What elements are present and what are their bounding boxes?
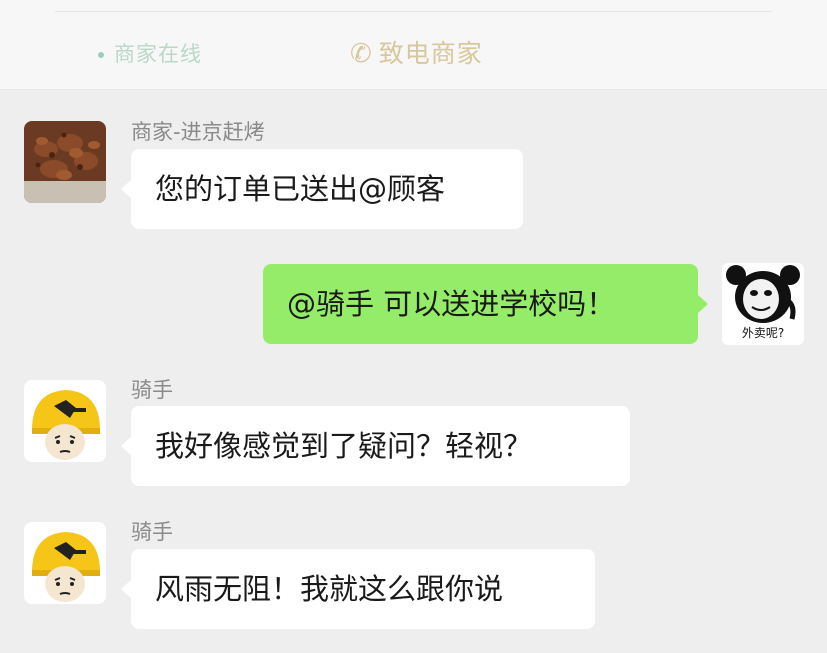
- message-bubble[interactable]: 您的订单已送出@顾客: [121, 149, 523, 229]
- call-merchant-button[interactable]: ✆ 致电商家: [350, 34, 483, 70]
- chat-header: 商家在线 ✆ 致电商家: [0, 0, 827, 90]
- message-bubble[interactable]: 风雨无阻！我就这么跟你说: [121, 549, 595, 629]
- merchant-avatar[interactable]: [24, 121, 106, 203]
- rider-helmet-icon: [24, 522, 106, 604]
- sender-name: 骑手: [131, 520, 173, 544]
- merchant-status: 商家在线: [98, 38, 202, 68]
- self-avatar[interactable]: 外卖呢?: [722, 263, 804, 345]
- bbq-skewers-icon: [24, 121, 106, 203]
- header-divider: [55, 11, 772, 12]
- merchant-status-label: 商家在线: [114, 42, 202, 66]
- phone-icon: ✆: [350, 39, 373, 69]
- rider-avatar[interactable]: [24, 522, 106, 604]
- sender-name: 商家-进京赶烤: [131, 120, 265, 144]
- meme-caption: 外卖呢?: [741, 326, 785, 340]
- call-merchant-label: 致电商家: [378, 39, 483, 68]
- message-bubble[interactable]: 我好像感觉到了疑问？轻视？: [121, 406, 630, 486]
- message-bubble-self[interactable]: @骑手 可以送进学校吗！: [263, 264, 708, 344]
- online-dot-icon: [98, 52, 104, 58]
- rider-helmet-icon: [24, 380, 106, 462]
- sender-name: 骑手: [131, 378, 173, 402]
- rider-avatar[interactable]: [24, 380, 106, 462]
